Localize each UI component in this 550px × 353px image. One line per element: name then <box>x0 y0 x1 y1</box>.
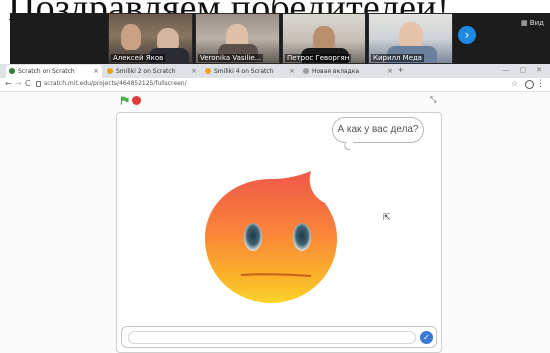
participant-name: Петрос Геворгян <box>285 54 352 62</box>
tab-label: Scratch on Scratch <box>18 68 75 75</box>
checkmark-submit-icon[interactable]: ✓ <box>420 331 433 344</box>
new-tab-favicon-icon <box>303 68 309 74</box>
stop-sign-icon[interactable] <box>132 96 141 105</box>
browser-tab[interactable]: Smiliki 2 on Scratch × <box>104 65 200 78</box>
smiley-sprite[interactable] <box>201 167 341 307</box>
participant-name: Кирилл Медв <box>371 54 424 62</box>
kebab-menu-icon[interactable]: ⋮ <box>536 78 545 89</box>
speech-bubble-tail <box>342 142 354 150</box>
lock-icon <box>36 81 41 87</box>
star-icon[interactable]: ☆ <box>511 79 518 88</box>
scratch-favicon-icon <box>205 68 211 74</box>
exit-fullscreen-icon[interactable]: ⤡ <box>430 95 436 105</box>
view-menu[interactable]: ▦ Вид <box>521 19 544 27</box>
participant-name: Veronika Vasilie... <box>198 54 264 62</box>
speech-bubble: А как у вас дела? <box>332 117 424 143</box>
chevron-right-icon[interactable]: › <box>458 26 476 44</box>
participant-tile[interactable]: Veronika Vasilie... <box>195 13 280 64</box>
close-icon[interactable]: × <box>93 67 99 75</box>
video-conference-strip: Алексей Яков Veronika Vasilie... Петрос … <box>10 13 550 64</box>
answer-input[interactable] <box>128 331 416 344</box>
window-controls[interactable]: — ▢ ✕ <box>503 66 546 74</box>
back-arrow-icon[interactable]: ← <box>5 79 12 88</box>
close-icon[interactable]: × <box>289 67 295 75</box>
participant-tile[interactable]: Петрос Геворгян <box>282 13 366 64</box>
participant-tile[interactable]: Алексей Яков <box>108 13 193 64</box>
scratch-stage[interactable]: А как у вас дела? ⇱ ✓ <box>116 112 442 353</box>
close-icon[interactable]: × <box>387 67 393 75</box>
reload-icon[interactable]: C <box>25 79 31 88</box>
tab-label: Smiliki 2 on Scratch <box>116 68 176 75</box>
ask-prompt-box: ✓ <box>121 326 437 348</box>
browser-tab[interactable]: Smiliki 4 on Scratch × <box>202 65 298 78</box>
browser-tab-bar: Scratch on Scratch × Smiliki 2 on Scratc… <box>0 64 550 78</box>
green-flag-icon[interactable] <box>120 96 129 105</box>
participant-tile[interactable]: Кирилл Медв <box>368 13 453 64</box>
url-field[interactable]: scratch.mit.edu/projects/464852125/fulls… <box>44 80 187 87</box>
browser-tab[interactable]: Scratch on Scratch × <box>6 65 102 78</box>
forward-arrow-icon[interactable]: → <box>15 79 22 88</box>
view-menu-label: Вид <box>529 19 544 27</box>
new-tab-plus-icon[interactable]: + <box>398 65 403 75</box>
participant-name: Алексей Яков <box>111 54 166 62</box>
account-icon[interactable] <box>525 80 534 89</box>
tab-label: Новая вкладка <box>312 68 360 75</box>
mouse-cursor-icon: ⇱ <box>383 212 391 222</box>
browser-tab[interactable]: Новая вкладка × <box>300 65 396 78</box>
tab-label: Smiliki 4 on Scratch <box>214 68 274 75</box>
close-icon[interactable]: × <box>191 67 197 75</box>
scratch-favicon-icon <box>9 68 15 74</box>
scratch-favicon-icon <box>107 68 113 74</box>
address-bar: ← → C scratch.mit.edu/projects/464852125… <box>0 78 550 92</box>
